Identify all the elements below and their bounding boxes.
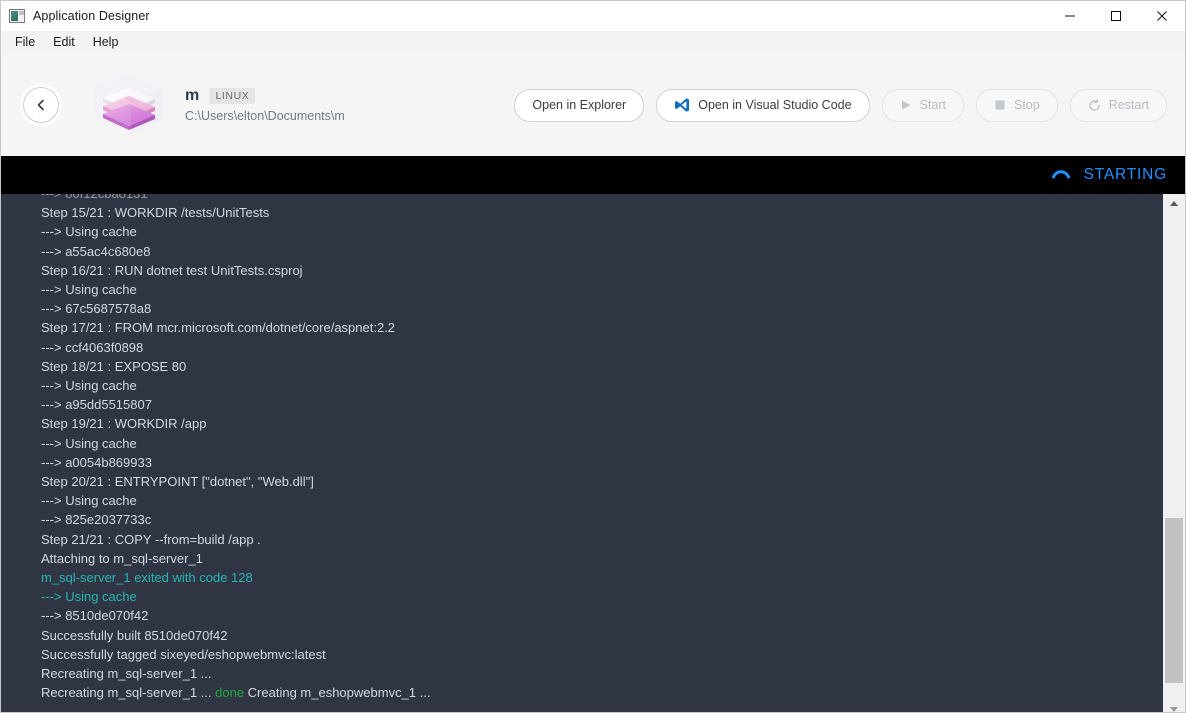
menu-item-help[interactable]: Help <box>87 33 125 51</box>
log-line: Step 20/21 : ENTRYPOINT ["dotnet", "Web.… <box>41 474 314 490</box>
restart-icon <box>1088 98 1101 112</box>
log-line: m_sql-server_1 exited with code 128 <box>41 570 253 586</box>
app-meta: m LINUX C:\Users\elton\Documents\m <box>185 87 345 123</box>
open-in-vscode-button[interactable]: Open in Visual Studio Code <box>656 88 870 122</box>
restart-label: Restart <box>1108 98 1149 112</box>
open-in-vscode-label: Open in Visual Studio Code <box>698 98 852 112</box>
log-line: ---> 80f12cba8131 <box>41 194 1162 203</box>
log-line: Attaching to m_sql-server_1 <box>41 550 203 566</box>
scroll-down-arrow-icon[interactable] <box>1163 700 1185 712</box>
app-name: m <box>185 87 200 104</box>
menu-bar: File Edit Help <box>1 31 1185 54</box>
menu-item-edit[interactable]: Edit <box>47 33 81 51</box>
maximize-button[interactable] <box>1093 1 1139 31</box>
start-button[interactable]: Start <box>881 88 964 122</box>
log-line: ---> ccf4063f0898 <box>41 339 144 355</box>
close-button[interactable] <box>1139 1 1185 31</box>
restart-button[interactable]: Restart <box>1069 88 1167 122</box>
log-line: Recreating m_sql-server_1 ... done Creat… <box>41 683 1162 702</box>
app-path: C:\Users\elton\Documents\m <box>185 109 345 123</box>
log-line: ---> Using cache <box>41 493 137 509</box>
log-line: ---> 825e2037733c <box>41 512 152 528</box>
app-window-icon <box>9 9 25 23</box>
title-bar-left: Application Designer <box>1 9 150 23</box>
window-controls <box>1047 1 1185 31</box>
log-line-list: ---> 80f12cba8131 Step 15/21 : WORKDIR /t… <box>41 194 1162 702</box>
log-line: ---> 8510de070f42 <box>41 608 149 624</box>
log-line: Step 21/21 : COPY --from=build /app . <box>41 531 261 547</box>
log-line: ---> a95dd5515807 <box>41 397 152 413</box>
window-title: Application Designer <box>33 9 150 23</box>
log-line: Successfully built 8510de070f42 <box>41 627 228 643</box>
log-line: Step 18/21 : EXPOSE 80 <box>41 358 187 374</box>
scrollbar-track[interactable] <box>1163 213 1185 700</box>
header-actions: Open in Explorer Open in Visual Studio C… <box>514 88 1175 122</box>
log-line: Step 15/21 : WORKDIR /tests/UnitTests <box>41 205 270 221</box>
menu-item-file[interactable]: File <box>9 33 41 51</box>
app-name-row: m LINUX <box>185 87 345 105</box>
title-bar: Application Designer <box>1 1 1185 31</box>
log-line: ---> Using cache <box>41 435 137 451</box>
console-output[interactable]: ---> 80f12cba8131 Step 15/21 : WORKDIR /t… <box>1 194 1162 712</box>
start-label: Start <box>919 98 946 112</box>
open-in-explorer-button[interactable]: Open in Explorer <box>514 88 645 122</box>
console-scrollbar[interactable] <box>1162 194 1185 712</box>
log-line: Step 16/21 : RUN dotnet test UnitTests.c… <box>41 262 303 278</box>
back-button[interactable] <box>23 87 59 123</box>
scroll-up-arrow-icon[interactable] <box>1163 194 1185 213</box>
vscode-icon <box>674 97 690 113</box>
console-panel: ---> 80f12cba8131 Step 15/21 : WORKDIR /t… <box>1 194 1185 712</box>
log-line: ---> Using cache <box>41 224 137 240</box>
log-line: Successfully tagged sixeyed/eshopwebmvc:… <box>41 646 326 662</box>
log-line: ---> Using cache <box>41 282 137 298</box>
log-line: Recreating m_sql-server_1 ... <box>41 666 212 682</box>
loading-spinner-icon <box>1050 164 1072 186</box>
log-segment: Creating m_eshopwebmvc_1 ... <box>244 685 431 701</box>
app-header: m LINUX C:\Users\elton\Documents\m Open … <box>1 54 1185 156</box>
stop-icon <box>994 99 1006 111</box>
minimize-button[interactable] <box>1047 1 1093 31</box>
log-line: ---> Using cache <box>41 589 137 605</box>
open-in-explorer-label: Open in Explorer <box>532 98 627 112</box>
log-line: ---> Using cache <box>41 378 137 394</box>
play-icon <box>900 99 912 111</box>
scrollbar-thumb[interactable] <box>1165 518 1183 683</box>
stop-label: Stop <box>1013 98 1040 112</box>
back-chevron-icon <box>34 98 48 112</box>
os-badge: LINUX <box>209 88 256 104</box>
log-line: ---> 67c5687578a8 <box>41 301 152 317</box>
status-strip: STARTING <box>1 156 1185 194</box>
log-line: Step 19/21 : WORKDIR /app <box>41 416 207 432</box>
log-line: ---> a55ac4c680e8 <box>41 243 151 259</box>
status-badge: STARTING <box>1083 166 1167 183</box>
log-line: ---> a0054b869933 <box>41 454 152 470</box>
stop-button[interactable]: Stop <box>975 88 1058 122</box>
application-window: Application Designer File Edit Help m LI… <box>0 0 1186 713</box>
log-segment: Recreating m_sql-server_1 ... <box>41 685 216 701</box>
log-line: Step 17/21 : FROM mcr.microsoft.com/dotn… <box>41 320 396 336</box>
log-segment-highlight: done <box>215 685 245 701</box>
layered-stack-icon <box>81 68 173 142</box>
